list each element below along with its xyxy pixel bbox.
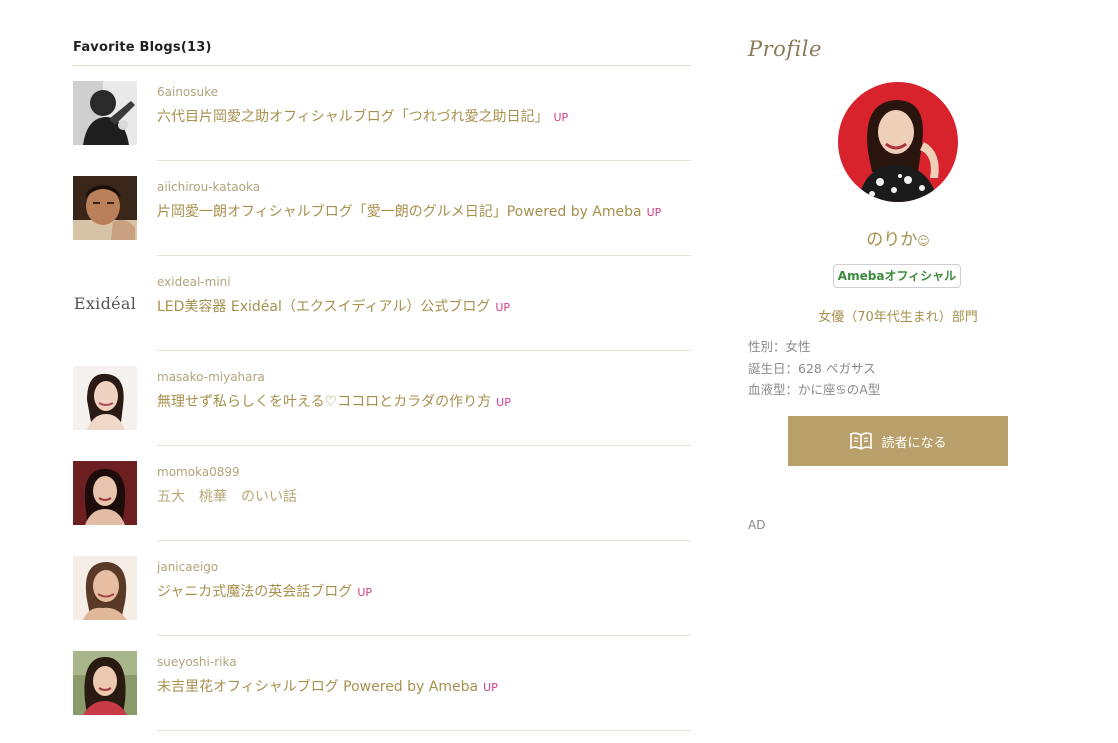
profile-category[interactable]: 女優（70年代生まれ）部門 <box>748 306 1048 325</box>
blog-id-link[interactable]: aiichirou-kataoka <box>157 180 260 194</box>
up-badge: UP <box>553 111 569 124</box>
avatar[interactable] <box>838 82 958 202</box>
blog-title-link[interactable]: ジャニカ式魔法の英会話ブログ UP <box>157 581 372 601</box>
follow-button[interactable]: 読者になる <box>788 416 1008 466</box>
blog-text: 6ainosuke 六代目片岡愛之助オフィシャルブログ「つれづれ愛之助日記」 UP <box>157 66 691 161</box>
blog-id-link[interactable]: masako-miyahara <box>157 370 265 384</box>
blog-text: momoka0899 五大 桃華 のいい話 <box>157 446 691 541</box>
official-badge[interactable]: Amebaオフィシャル <box>833 264 961 288</box>
list-item: janicaeigo ジャニカ式魔法の英会話ブログ UP <box>73 541 691 636</box>
blog-text: janicaeigo ジャニカ式魔法の英会話ブログ UP <box>157 541 691 636</box>
blog-thumbnail[interactable]: Exidéal <box>73 271 137 335</box>
blog-id-link[interactable]: janicaeigo <box>157 560 218 574</box>
blog-text: exideal-mini LED美容器 Exidéal（エクスイディアル）公式ブ… <box>157 256 691 351</box>
up-badge: UP <box>483 681 498 694</box>
up-badge: UP <box>646 206 662 219</box>
blog-thumbnail[interactable] <box>73 366 137 430</box>
profile-name[interactable]: のりか☺ <box>748 225 1048 250</box>
profile-name-text: のりか <box>866 230 918 250</box>
blog-title-link[interactable]: 六代目片岡愛之助オフィシャルブログ「つれづれ愛之助日記」 UP <box>157 106 568 126</box>
blog-text: aiichirou-kataoka 片岡愛一朗オフィシャルブログ「愛一朗のグルメ… <box>157 161 691 256</box>
blog-id-link[interactable]: momoka0899 <box>157 465 240 479</box>
blog-thumbnail[interactable] <box>73 81 137 145</box>
list-item: masako-miyahara 無理せず私らしくを叶える♡ココロとカラダの作り方… <box>73 351 691 446</box>
blog-title: 末吉里花オフィシャルブログ Powered by Ameba <box>157 679 479 695</box>
blog-thumbnail[interactable] <box>73 556 137 620</box>
smile-icon: ☺ <box>917 234 930 248</box>
up-badge: UP <box>495 301 511 314</box>
profile-birthday: 誕生日：628 ペガサス <box>748 360 876 376</box>
profile-heading: Profile <box>748 37 822 61</box>
blog-title-link[interactable]: 片岡愛一朗オフィシャルブログ「愛一朗のグルメ日記」Powered by Ameb… <box>157 201 661 221</box>
list-item: sueyoshi-rika 末吉里花オフィシャルブログ Powered by A… <box>73 636 691 731</box>
blog-title-link[interactable]: 末吉里花オフィシャルブログ Powered by Ameba UP <box>157 676 498 696</box>
blog-title-link[interactable]: LED美容器 Exidéal（エクスイディアル）公式ブログ UP <box>157 296 510 316</box>
profile-sidebar: Profile のりか☺ Amebaオフィシャル 女優（70年代生まれ）部門 性… <box>748 34 1008 532</box>
blog-text: sueyoshi-rika 末吉里花オフィシャルブログ Powered by A… <box>157 636 691 731</box>
favorite-blogs-section: Favorite Blogs(13) 6ainosuke 六代目片岡愛之助オフィ… <box>73 38 691 731</box>
blog-id-link[interactable]: exideal-mini <box>157 275 231 289</box>
profile-gender: 性別：女性 <box>748 339 811 354</box>
list-item: momoka0899 五大 桃華 のいい話 <box>73 446 691 541</box>
profile-blood-type: 血液型：かに座♋のA型 <box>748 382 881 397</box>
blog-thumbnail[interactable] <box>73 461 137 525</box>
blog-id-link[interactable]: sueyoshi-rika <box>157 655 237 669</box>
favorite-blogs-title: Favorite Blogs(13) <box>73 38 691 66</box>
blog-title: 片岡愛一朗オフィシャルブログ「愛一朗のグルメ日記」Powered by Ameb… <box>157 204 642 220</box>
favorite-blogs-list: 6ainosuke 六代目片岡愛之助オフィシャルブログ「つれづれ愛之助日記」 UP… <box>73 66 691 731</box>
blog-thumbnail[interactable] <box>73 651 137 715</box>
list-item: 6ainosuke 六代目片岡愛之助オフィシャルブログ「つれづれ愛之助日記」 UP <box>73 66 691 161</box>
blog-title: ジャニカ式魔法の英会話ブログ <box>157 584 353 600</box>
book-icon <box>849 432 873 450</box>
blog-title: 五大 桃華 のいい話 <box>157 489 297 505</box>
blog-id-link[interactable]: 6ainosuke <box>157 85 218 99</box>
blog-title-link[interactable]: 無理せず私らしくを叶える♡ココロとカラダの作り方 UP <box>157 391 511 411</box>
list-item: Exidéal exideal-mini LED美容器 Exidéal（エクスイ… <box>73 256 691 351</box>
up-badge: UP <box>496 396 511 409</box>
exideal-logo: Exidéal <box>73 293 137 313</box>
blog-title: LED美容器 Exidéal（エクスイディアル）公式ブログ <box>157 299 491 315</box>
blog-title-link[interactable]: 五大 桃華 のいい話 <box>157 486 297 506</box>
list-item: aiichirou-kataoka 片岡愛一朗オフィシャルブログ「愛一朗のグルメ… <box>73 161 691 256</box>
up-badge: UP <box>357 586 372 599</box>
blog-thumbnail[interactable] <box>73 176 137 240</box>
blog-text: masako-miyahara 無理せず私らしくを叶える♡ココロとカラダの作り方… <box>157 351 691 446</box>
follow-button-label: 読者になる <box>881 435 947 451</box>
profile-info: 性別：女性 誕生日：628 ペガサス 血液型：かに座♋のA型 <box>748 336 880 401</box>
ad-label: AD <box>748 518 766 532</box>
blog-title: 六代目片岡愛之助オフィシャルブログ「つれづれ愛之助日記」 <box>157 109 549 125</box>
blog-title: 無理せず私らしくを叶える♡ココロとカラダの作り方 <box>157 394 492 410</box>
